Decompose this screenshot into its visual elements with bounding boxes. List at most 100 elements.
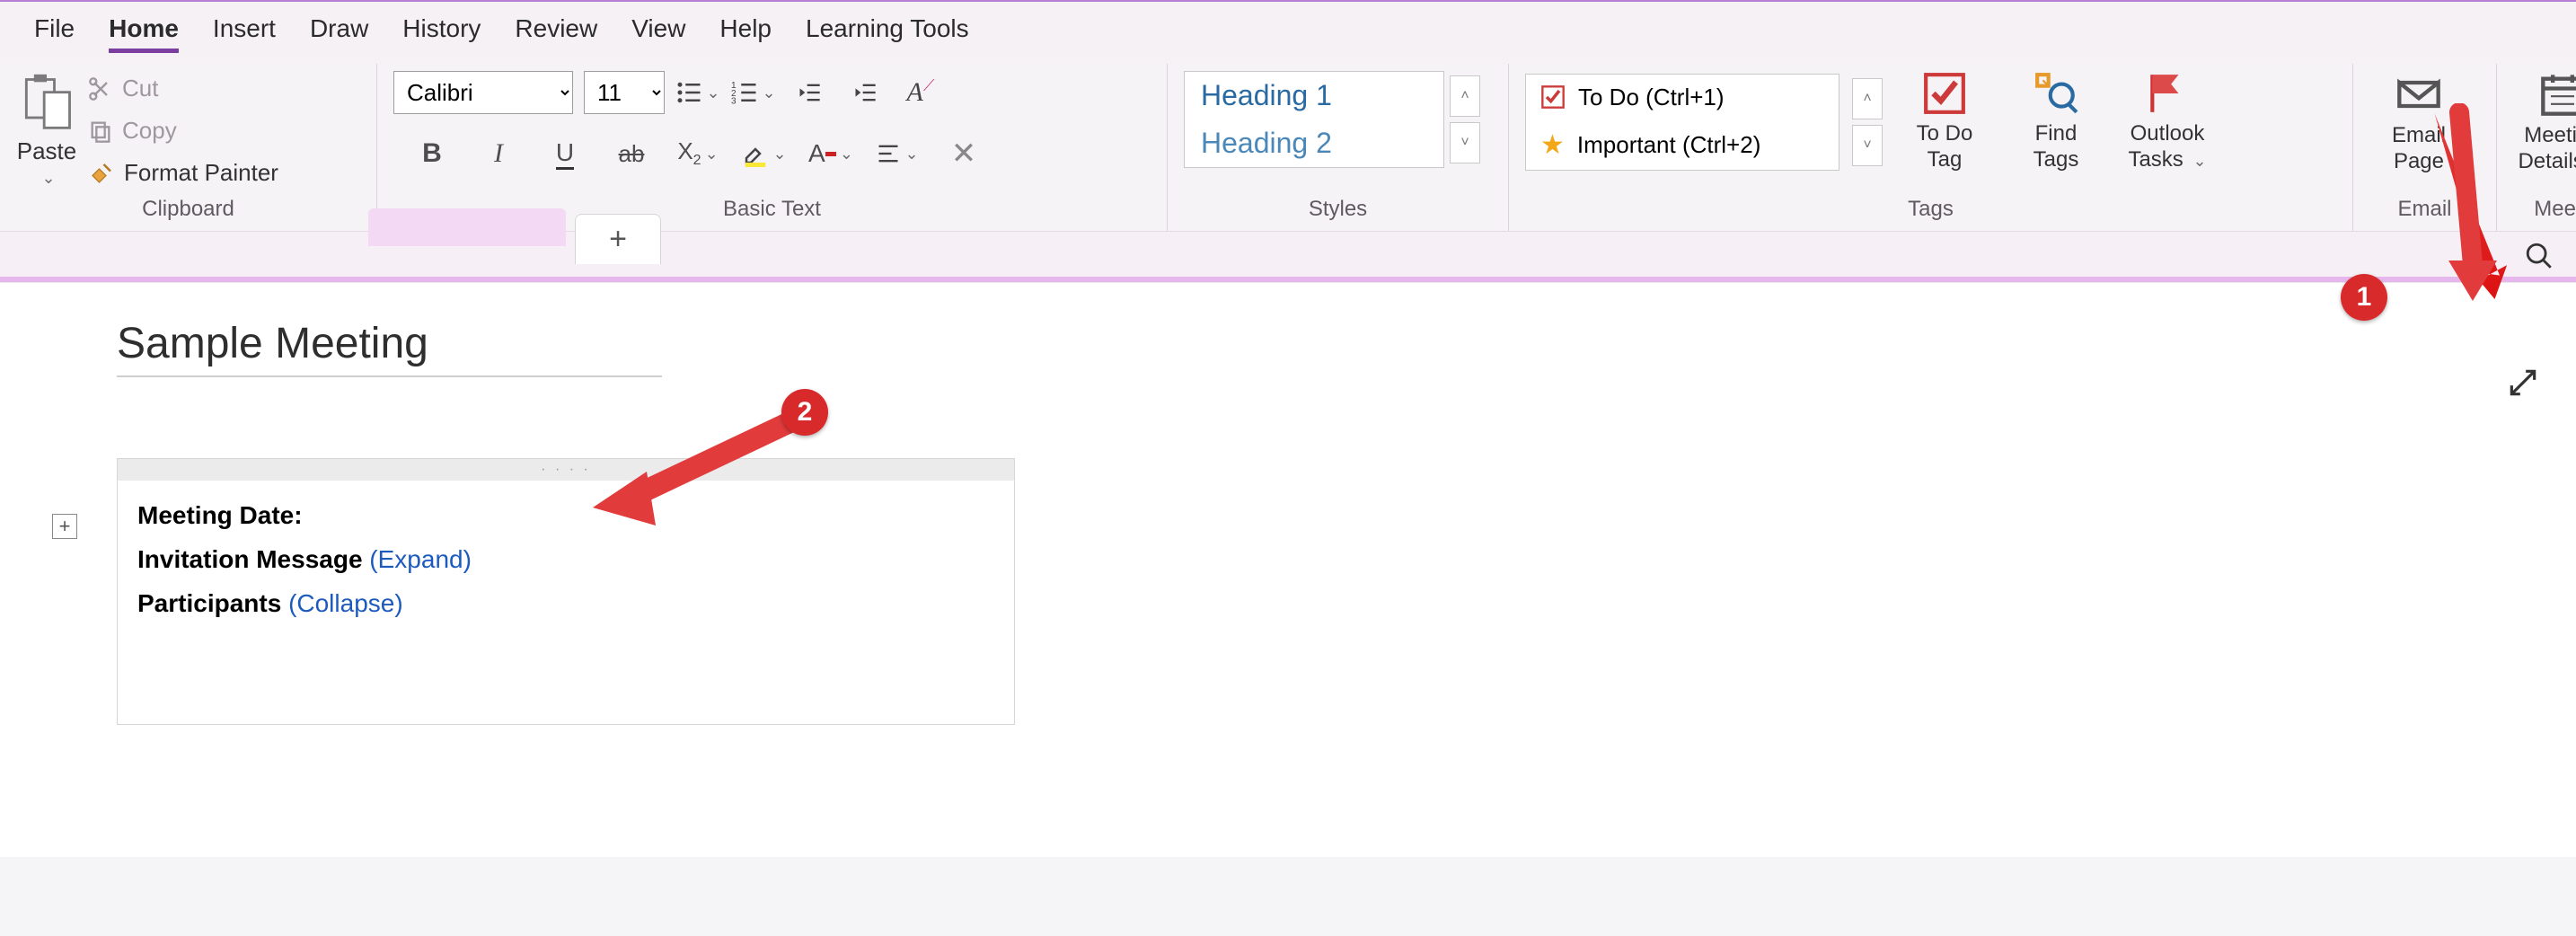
outdent-icon [797,80,822,105]
invitation-expand-link[interactable]: (Expand) [369,545,472,573]
menu-review[interactable]: Review [515,14,597,53]
menu-insert[interactable]: Insert [213,14,276,53]
participants-label: Participants [137,589,288,617]
calendar-icon [2539,71,2576,118]
menu-home[interactable]: Home [109,14,179,53]
font-name-select[interactable]: Calibri [393,71,573,114]
search-button[interactable] [2524,241,2554,271]
menu-view[interactable]: View [631,14,685,53]
find-tags-button[interactable]: Find Tags [2007,71,2105,173]
scissors-icon [88,76,113,102]
menu-draw[interactable]: Draw [310,14,368,53]
page-title[interactable]: Sample Meeting [117,319,662,377]
meeting-details-label: Meeting Details ⌄ [2518,123,2576,175]
x-icon: ✕ [951,136,977,172]
align-icon [876,141,901,166]
group-label-clipboard: Clipboard [16,188,360,227]
align-button[interactable]: ⌄ [875,132,920,175]
copy-label: Copy [122,117,177,145]
outline-expand-toggle[interactable]: + [52,514,77,539]
todo-tag-label: To Do Tag [1917,121,1973,173]
clear-format-icon: A [907,77,923,108]
participants-collapse-link[interactable]: (Collapse) [288,589,403,617]
delete-button[interactable]: ✕ [941,132,986,175]
search-icon [2524,241,2554,271]
meeting-date-label: Meeting Date: [137,501,303,529]
highlighter-icon [742,140,769,167]
group-clipboard: Paste ⌄ Cut Copy Format Painter Clipboar… [0,64,377,231]
style-heading1[interactable]: Heading 1 [1185,72,1443,119]
meeting-details-button[interactable]: Meeting Details ⌄ [2513,71,2576,175]
strikethrough-button[interactable]: ab [609,132,654,175]
page-canvas[interactable]: Sample Meeting + · · · · Meeting Date: I… [0,282,2576,857]
meeting-details-container[interactable]: · · · · Meeting Date: Invitation Message… [117,458,1015,725]
style-heading2[interactable]: Heading 2 [1185,119,1443,167]
format-painter-label: Format Painter [124,159,278,187]
font-color-button[interactable]: A⌄ [808,132,853,175]
tags-gallery[interactable]: To Do (Ctrl+1) ★ Important (Ctrl+2) [1525,74,1839,171]
expand-icon [2506,366,2540,400]
group-label-styles: Styles [1184,188,1492,227]
group-label-tags: Tags [1525,188,2336,227]
copy-button[interactable]: Copy [88,117,278,145]
svg-text:3: 3 [731,97,737,107]
add-section-button[interactable]: + [575,214,661,264]
tag-todo-label: To Do (Ctrl+1) [1578,84,1725,111]
underline-button[interactable]: U [543,132,587,175]
invitation-label: Invitation Message [137,545,369,573]
paintbrush-icon [88,160,115,187]
fullscreen-button[interactable] [2506,366,2540,400]
bold-button[interactable]: B [410,132,454,175]
tag-important-label: Important (Ctrl+2) [1577,131,1760,159]
tags-scroll-up[interactable]: ˄ [1852,78,1883,119]
todo-tag-button[interactable]: To Do Tag [1895,71,1994,173]
group-basic-text: Calibri 11 ⌄ 123⌄ A⟋ B I U ab X2⌄ ⌄ A⌄ ⌄… [377,64,1168,231]
menu-history[interactable]: History [402,14,481,53]
bullet-list-button[interactable]: ⌄ [675,71,720,114]
copy-icon [88,119,113,144]
checkbox-icon [1540,84,1566,110]
tag-todo[interactable]: To Do (Ctrl+1) [1526,75,1839,120]
annotation-badge-1: 1 [2341,274,2387,321]
group-label-meetings: Meetings [2513,188,2576,227]
todo-tag-icon [1922,71,1967,116]
cut-button[interactable]: Cut [88,75,278,102]
find-tags-icon [2033,71,2078,116]
find-tags-label: Find Tags [2033,121,2079,173]
participants-row: Participants (Collapse) [137,581,994,625]
menu-learning-tools[interactable]: Learning Tools [806,14,969,53]
outlook-tasks-button[interactable]: Outlook Tasks ⌄ [2118,71,2217,173]
plus-icon: + [609,222,627,257]
menu-file[interactable]: File [34,14,75,53]
ribbon: Paste ⌄ Cut Copy Format Painter Clipboar… [0,64,2576,232]
container-drag-handle[interactable]: · · · · [118,459,1014,481]
section-tab-active[interactable] [368,208,566,246]
format-painter-button[interactable]: Format Painter [88,159,278,187]
outdent-button[interactable] [787,71,832,114]
clear-formatting-button[interactable]: A⟋ [898,71,943,114]
star-icon: ★ [1540,129,1565,161]
styles-scroll-up[interactable]: ˄ [1450,75,1480,117]
tag-important[interactable]: ★ Important (Ctrl+2) [1526,120,1839,170]
tags-scroll-down[interactable]: ˅ [1852,125,1883,166]
outlook-tasks-label: Outlook Tasks ⌄ [2128,121,2206,173]
bullet-list-icon [675,79,702,106]
styles-gallery[interactable]: Heading 1 Heading 2 [1184,71,1444,168]
menu-help[interactable]: Help [719,14,772,53]
menu-bar: File Home Insert Draw History Review Vie… [0,2,2576,64]
highlight-button[interactable]: ⌄ [742,132,787,175]
subscript-button[interactable]: X2⌄ [675,132,720,175]
group-tags: To Do (Ctrl+1) ★ Important (Ctrl+2) ˄ ˅ … [1509,64,2353,231]
paste-label: Paste [17,137,77,165]
indent-button[interactable] [842,71,887,114]
number-list-icon: 123 [731,79,758,106]
italic-button[interactable]: I [476,132,521,175]
chevron-down-icon[interactable]: ⌄ [41,169,55,188]
styles-scroll-down[interactable]: ˅ [1450,122,1480,163]
annotation-badge-2: 2 [781,389,828,436]
font-size-select[interactable]: 11 [584,71,665,114]
flag-icon [2145,71,2190,116]
paste-icon [16,71,77,134]
number-list-button[interactable]: 123⌄ [731,71,776,114]
paste-button[interactable]: Paste ⌄ [16,71,77,188]
